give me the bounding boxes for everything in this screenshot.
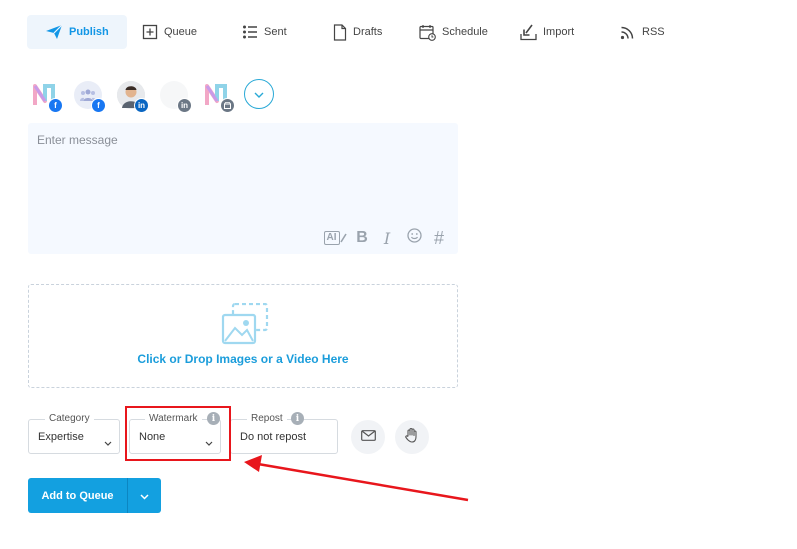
annotation-arrow-icon (244, 455, 469, 502)
